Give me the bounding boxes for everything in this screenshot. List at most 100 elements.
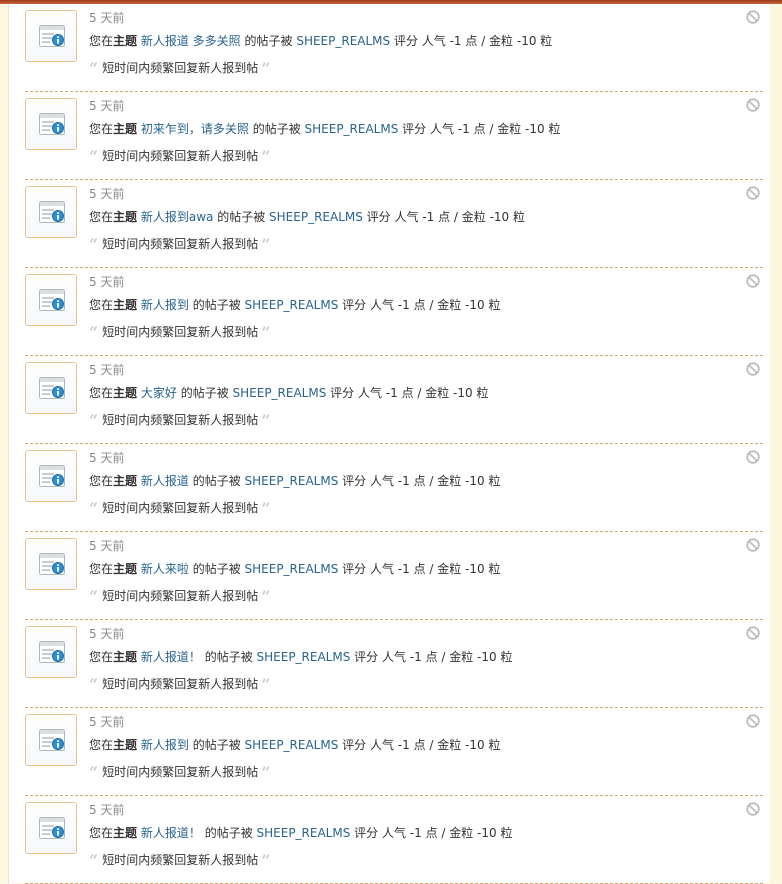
notice-icon xyxy=(25,274,77,326)
open-quote-icon: “ xyxy=(89,763,99,782)
open-quote-icon: “ xyxy=(89,323,99,342)
message-suffix: 评分 人气 -1 点 / 金粒 -10 粒 xyxy=(338,474,501,488)
block-icon[interactable] xyxy=(746,186,760,200)
message-subject-word: 主题 xyxy=(113,386,138,400)
user-link[interactable]: SHEEP_REALMS xyxy=(269,210,363,224)
notification-item: 5 天前 您在主题 初来乍到，请多关照 的帖子被 SHEEP_REALMS 评分… xyxy=(25,92,763,180)
user-link[interactable]: SHEEP_REALMS xyxy=(245,562,339,576)
notice-icon xyxy=(25,802,77,854)
notification-item: 5 天前 您在主题 新人报道 的帖子被 SHEEP_REALMS 评分 人气 -… xyxy=(25,444,763,532)
user-link[interactable]: SHEEP_REALMS xyxy=(305,122,399,136)
notification-time: 5 天前 xyxy=(89,99,125,113)
message-prefix: 您在 xyxy=(89,562,114,576)
block-icon[interactable] xyxy=(746,10,760,24)
message-prefix: 您在 xyxy=(89,474,114,488)
topic-link[interactable]: 新人报到awa xyxy=(141,210,214,224)
message-suffix: 评分 人气 -1 点 / 金粒 -10 粒 xyxy=(362,210,525,224)
notice-icon xyxy=(25,450,77,502)
user-link[interactable]: SHEEP_REALMS xyxy=(257,650,351,664)
user-link[interactable]: SHEEP_REALMS xyxy=(245,474,339,488)
message-suffix: 评分 人气 -1 点 / 金粒 -10 粒 xyxy=(326,386,489,400)
reason-text: 短时间内频繁回复新人报到帖 xyxy=(102,149,259,163)
notice-icon xyxy=(25,98,77,150)
message-prefix: 您在 xyxy=(89,650,114,664)
user-link[interactable]: SHEEP_REALMS xyxy=(296,34,390,48)
topic-link[interactable]: 大家好 xyxy=(141,386,177,400)
notice-icon-graphic xyxy=(39,201,65,223)
notification-time: 5 天前 xyxy=(89,715,125,729)
notification-list: 5 天前 您在主题 新人报道 多多关照 的帖子被 SHEEP_REALMS 评分… xyxy=(25,4,763,884)
topic-link[interactable]: 新人报道！ xyxy=(141,650,201,664)
block-icon[interactable] xyxy=(746,626,760,640)
user-link[interactable]: SHEEP_REALMS xyxy=(245,298,339,312)
block-icon[interactable] xyxy=(746,538,760,552)
message-middle: 的帖子被 xyxy=(176,386,233,400)
message-middle: 的帖子被 xyxy=(248,122,305,136)
message-middle: 的帖子被 xyxy=(240,34,297,48)
message-prefix: 您在 xyxy=(89,210,114,224)
message-subject-word: 主题 xyxy=(113,826,138,840)
notification-time: 5 天前 xyxy=(89,363,125,377)
message-subject-word: 主题 xyxy=(113,298,138,312)
topic-link[interactable]: 新人报道 多多关照 xyxy=(141,34,241,48)
close-quote-icon: ” xyxy=(261,499,271,518)
topic-link[interactable]: 新人报到 xyxy=(141,298,189,312)
block-icon[interactable] xyxy=(746,802,760,816)
rating-reason: “短时间内频繁回复新人报到帖” xyxy=(89,60,270,77)
notification-item: 5 天前 您在主题 新人报道 多多关照 的帖子被 SHEEP_REALMS 评分… xyxy=(25,4,763,92)
notification-message: 您在主题 新人来啦 的帖子被 SHEEP_REALMS 评分 人气 -1 点 /… xyxy=(89,561,500,577)
block-icon[interactable] xyxy=(746,714,760,728)
reason-text: 短时间内频繁回复新人报到帖 xyxy=(102,765,259,779)
notification-item: 5 天前 您在主题 新人报道！ 的帖子被 SHEEP_REALMS 评分 人气 … xyxy=(25,796,763,884)
open-quote-icon: “ xyxy=(89,499,99,518)
reason-text: 短时间内频繁回复新人报到帖 xyxy=(102,237,259,251)
message-middle: 的帖子被 xyxy=(213,210,270,224)
message-prefix: 您在 xyxy=(89,34,114,48)
topic-link[interactable]: 初来乍到，请多关照 xyxy=(141,122,249,136)
notification-message: 您在主题 新人报到 的帖子被 SHEEP_REALMS 评分 人气 -1 点 /… xyxy=(89,737,500,753)
notification-message: 您在主题 新人报道！ 的帖子被 SHEEP_REALMS 评分 人气 -1 点 … xyxy=(89,649,512,665)
notice-icon xyxy=(25,362,77,414)
notice-icon-graphic xyxy=(39,729,65,751)
message-prefix: 您在 xyxy=(89,122,114,136)
notice-icon xyxy=(25,186,77,238)
close-quote-icon: ” xyxy=(261,851,271,870)
close-quote-icon: ” xyxy=(261,323,271,342)
message-middle: 的帖子被 xyxy=(188,474,245,488)
open-quote-icon: “ xyxy=(89,851,99,870)
topic-link[interactable]: 新人来啦 xyxy=(141,562,189,576)
message-suffix: 评分 人气 -1 点 / 金粒 -10 粒 xyxy=(350,826,513,840)
message-prefix: 您在 xyxy=(89,386,114,400)
close-quote-icon: ” xyxy=(261,763,271,782)
rating-reason: “短时间内频繁回复新人报到帖” xyxy=(89,412,270,429)
notification-panel: 5 天前 您在主题 新人报道 多多关照 的帖子被 SHEEP_REALMS 评分… xyxy=(8,4,771,884)
open-quote-icon: “ xyxy=(89,147,99,166)
message-subject-word: 主题 xyxy=(113,738,138,752)
topic-link[interactable]: 新人报道 xyxy=(141,474,189,488)
block-icon[interactable] xyxy=(746,274,760,288)
notice-icon xyxy=(25,714,77,766)
topic-link[interactable]: 新人报到 xyxy=(141,738,189,752)
topic-link[interactable]: 新人报道！ xyxy=(141,826,201,840)
block-icon[interactable] xyxy=(746,362,760,376)
block-icon[interactable] xyxy=(746,450,760,464)
block-icon[interactable] xyxy=(746,98,760,112)
message-middle: 的帖子被 xyxy=(188,562,245,576)
user-link[interactable]: SHEEP_REALMS xyxy=(245,738,339,752)
reason-text: 短时间内频繁回复新人报到帖 xyxy=(102,61,259,75)
notification-message: 您在主题 新人报到 的帖子被 SHEEP_REALMS 评分 人气 -1 点 /… xyxy=(89,297,500,313)
notification-message: 您在主题 大家好 的帖子被 SHEEP_REALMS 评分 人气 -1 点 / … xyxy=(89,385,488,401)
user-link[interactable]: SHEEP_REALMS xyxy=(257,826,351,840)
notification-item: 5 天前 您在主题 新人报到 的帖子被 SHEEP_REALMS 评分 人气 -… xyxy=(25,268,763,356)
message-suffix: 评分 人气 -1 点 / 金粒 -10 粒 xyxy=(350,650,513,664)
close-quote-icon: ” xyxy=(261,59,271,78)
open-quote-icon: “ xyxy=(89,587,99,606)
notice-icon-graphic xyxy=(39,289,65,311)
notice-icon xyxy=(25,626,77,678)
notice-icon-graphic xyxy=(39,25,65,47)
message-suffix: 评分 人气 -1 点 / 金粒 -10 粒 xyxy=(338,298,501,312)
message-subject-word: 主题 xyxy=(113,122,138,136)
user-link[interactable]: SHEEP_REALMS xyxy=(233,386,327,400)
message-subject-word: 主题 xyxy=(113,474,138,488)
open-quote-icon: “ xyxy=(89,675,99,694)
